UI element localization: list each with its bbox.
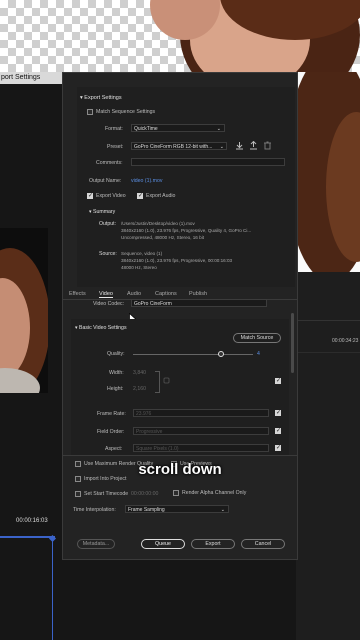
- export-settings-dialog: ▾ Export Settings Match Sequence Setting…: [62, 72, 298, 560]
- summary-source-label: Source:: [99, 251, 117, 257]
- source-preview: [0, 228, 48, 393]
- metadata-button[interactable]: Metadata...: [77, 539, 115, 549]
- set-start-timecode-checkbox[interactable]: [75, 491, 81, 497]
- summary-output-label: Output:: [99, 221, 117, 227]
- export-video-checkbox[interactable]: [87, 192, 93, 199]
- chevron-down-icon: ⌄: [216, 126, 221, 132]
- aspect-select[interactable]: Square Pixels (1.0): [133, 444, 269, 452]
- summary-output-line: Uncompressed, 48000 Hz, Stereo, 16 bit: [121, 235, 204, 240]
- time-interpolation-select[interactable]: Frame Sampling ⌄: [125, 505, 229, 513]
- chevron-down-icon: ⌄: [220, 507, 225, 513]
- export-settings-heading: ▾ Export Settings: [80, 95, 122, 101]
- tab-publish[interactable]: Publish: [189, 291, 207, 297]
- delete-preset-icon[interactable]: [263, 141, 272, 150]
- time-interpolation-label: Time Interpolation:: [73, 507, 116, 513]
- basic-video-heading: ▾ Basic Video Settings: [75, 325, 127, 331]
- comments-label: Comments:: [96, 160, 123, 166]
- chevron-down-icon: ⌄: [219, 144, 224, 150]
- match-size-checkbox[interactable]: [275, 377, 281, 384]
- right-timecode: 00:00:34:23: [332, 338, 359, 344]
- queue-button[interactable]: Queue: [141, 539, 185, 549]
- tab-captions[interactable]: Captions: [155, 291, 177, 297]
- match-frame-rate-checkbox[interactable]: [275, 409, 281, 416]
- match-aspect-checkbox[interactable]: [275, 444, 281, 451]
- output-name-label: Output Name:: [89, 178, 122, 184]
- summary-source-line: Sequence, video (1): [121, 251, 163, 256]
- height-value[interactable]: 2,160: [133, 386, 146, 392]
- field-order-label: Field Order:: [97, 429, 125, 435]
- save-preset-icon[interactable]: [235, 141, 244, 150]
- height-label: Height:: [107, 386, 124, 392]
- link-icon[interactable]: [163, 377, 170, 384]
- playhead-line[interactable]: [52, 540, 53, 640]
- width-value[interactable]: 3,840: [133, 370, 146, 376]
- comments-input[interactable]: [131, 158, 285, 166]
- bottom-divider: [63, 455, 297, 456]
- quality-slider-handle[interactable]: [218, 351, 224, 357]
- preset-label: Preset:: [107, 144, 124, 150]
- aspect-bracket: [155, 371, 160, 393]
- tab-audio[interactable]: Audio: [127, 291, 141, 297]
- tab-video[interactable]: Video: [99, 291, 113, 298]
- summary-source-line: 3840x2160 (1.0), 23.976 fps, Progressive…: [121, 258, 233, 263]
- frame-rate-select[interactable]: 23.976: [133, 409, 269, 417]
- quality-value[interactable]: 4: [257, 351, 260, 357]
- video-codec-label: Video Codec:: [93, 301, 125, 307]
- render-alpha-checkbox[interactable]: [173, 490, 179, 496]
- export-settings-section: ▾ Export Settings Match Sequence Setting…: [77, 87, 295, 287]
- left-timecode: 00:00:16:03: [16, 518, 48, 524]
- scroll-down-caption: scroll down: [138, 461, 222, 478]
- import-preset-icon[interactable]: [249, 141, 258, 150]
- export-audio-label: Export Audio: [146, 193, 176, 199]
- format-label: Format:: [105, 126, 123, 132]
- set-start-timecode-label: Set Start Timecode: [84, 491, 129, 497]
- settings-scrollbar[interactable]: [291, 313, 294, 373]
- match-field-order-checkbox[interactable]: [275, 427, 281, 434]
- quality-label: Quality:: [107, 351, 125, 357]
- export-button[interactable]: Export: [191, 539, 235, 549]
- output-name-link[interactable]: video (1).mov: [131, 178, 162, 184]
- program-preview: [296, 72, 360, 272]
- summary-output-line: /Users/Justin/Desktop/video (1).mov: [121, 221, 195, 226]
- window-title: port Settings: [0, 72, 63, 84]
- format-select[interactable]: QuickTime ⌄: [131, 124, 225, 132]
- preset-select[interactable]: GoPro CineForm RGB 12-bit with... ⌄: [131, 142, 227, 150]
- match-sequence-label: Match Sequence Settings: [96, 109, 156, 115]
- summary-output-line: 3840x2160 (1.0), 23.976 fps, Progressive…: [121, 228, 252, 233]
- quality-slider-track[interactable]: [133, 354, 253, 355]
- match-source-button[interactable]: Match Source: [233, 333, 281, 343]
- cancel-button[interactable]: Cancel: [241, 539, 285, 549]
- aspect-label: Aspect:: [105, 446, 123, 452]
- width-label: Width:: [109, 370, 124, 376]
- match-sequence-checkbox[interactable]: [87, 109, 93, 115]
- export-video-label: Export Video: [96, 193, 126, 199]
- frame-rate-label: Frame Rate:: [97, 411, 126, 417]
- timeline-progress: [0, 536, 55, 538]
- timeline-panel-right: 00:00:34:23: [296, 272, 360, 640]
- basic-video-settings-section: ▾ Basic Video Settings Match Source Qual…: [71, 319, 289, 455]
- render-alpha-label: Render Alpha Channel Only: [182, 490, 247, 496]
- summary-heading: ▾ Summary: [89, 209, 116, 215]
- video-codec-select[interactable]: GoPro CineForm: [131, 299, 267, 307]
- tab-effects[interactable]: Effects: [69, 291, 86, 297]
- field-order-select[interactable]: Progressive: [133, 427, 269, 435]
- export-audio-checkbox[interactable]: [137, 192, 143, 199]
- start-timecode-value[interactable]: 00:00:00:00: [131, 491, 158, 497]
- summary-source-line: 48000 Hz, Stereo: [121, 265, 157, 270]
